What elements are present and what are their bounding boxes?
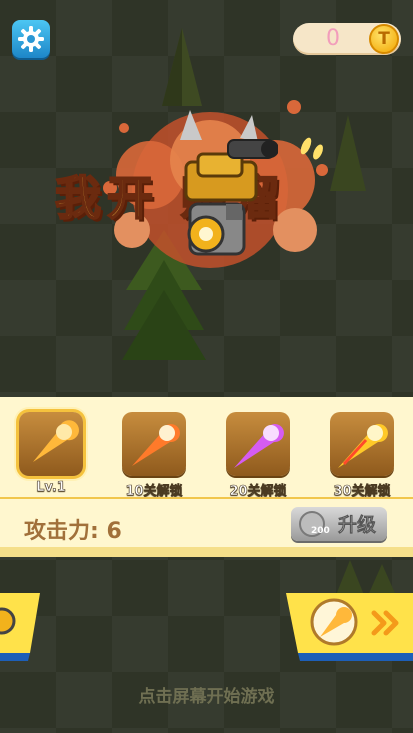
upgrade-cost: 200 (311, 526, 330, 536)
attack-power-label: 攻击力: 6 (24, 519, 122, 544)
coin-counter: 0 T (293, 23, 401, 55)
weapon-shop-button[interactable] (286, 591, 413, 661)
tap-to-start-hint: 点击屏幕开始游戏 (138, 687, 275, 707)
golden-bullet-icon (338, 424, 388, 468)
bullet-icon (33, 420, 79, 462)
spark-icon (300, 137, 323, 160)
weapon-slot-4[interactable] (330, 412, 394, 476)
weapon-slot-1-label: Lv.1 (36, 480, 66, 496)
panel-bottom-edge (0, 547, 413, 557)
tree-decoration (162, 28, 202, 106)
coin-icon: T (369, 24, 399, 54)
gear-icon (18, 26, 44, 52)
fire-bullet-icon (132, 424, 180, 466)
settings-button[interactable] (12, 20, 50, 58)
upgrade-button[interactable]: 200 升级 (291, 507, 387, 541)
weapon-panel: Lv.1 10关解锁 20关解锁 30关解锁 攻击力: 6 200 升级 (0, 397, 413, 557)
weapon-slot-1[interactable] (19, 412, 83, 476)
upgrade-label: 升级 (338, 514, 377, 537)
tank-select-button[interactable] (0, 591, 42, 661)
weapon-slot-2[interactable] (122, 412, 186, 476)
game-title-logo: 我开 贼溜 (40, 100, 380, 270)
tank-icon (184, 139, 278, 256)
plasma-bullet-icon (234, 424, 284, 468)
panel-divider (0, 497, 413, 499)
coin-count: 0 (326, 26, 340, 51)
weapon-slot-3[interactable] (226, 412, 290, 476)
